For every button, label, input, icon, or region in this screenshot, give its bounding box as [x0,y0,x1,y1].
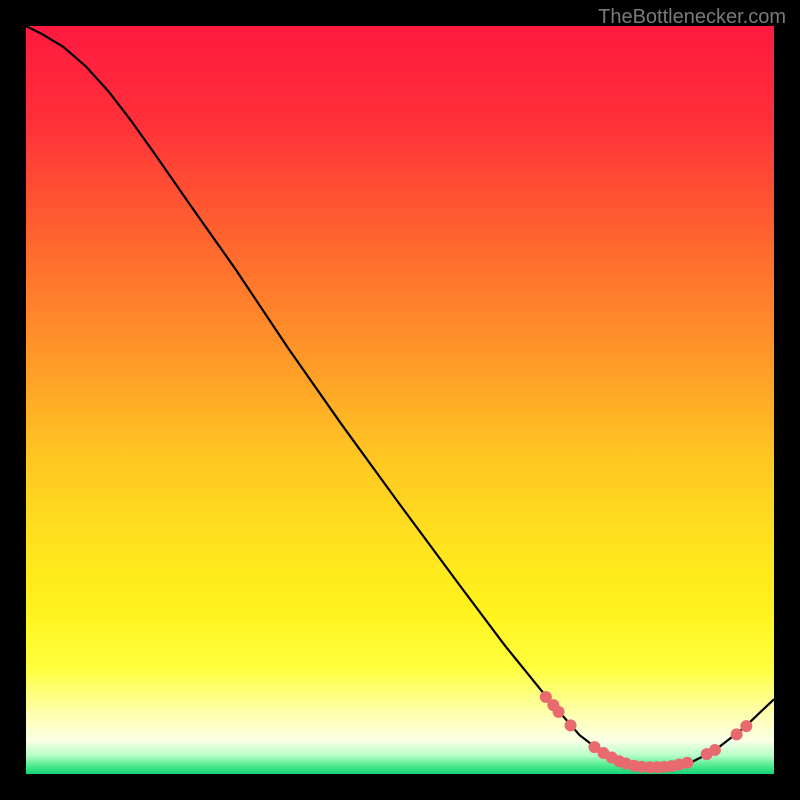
chart-plot-area [26,26,774,774]
curve-marker [740,720,752,732]
curve-marker [731,728,743,740]
gradient-background [26,26,774,774]
curve-marker [681,757,693,769]
curve-marker [709,744,721,756]
curve-marker [553,706,565,718]
chart-svg [26,26,774,774]
watermark-text: TheBottlenecker.com [598,6,786,29]
curve-marker [565,719,577,731]
